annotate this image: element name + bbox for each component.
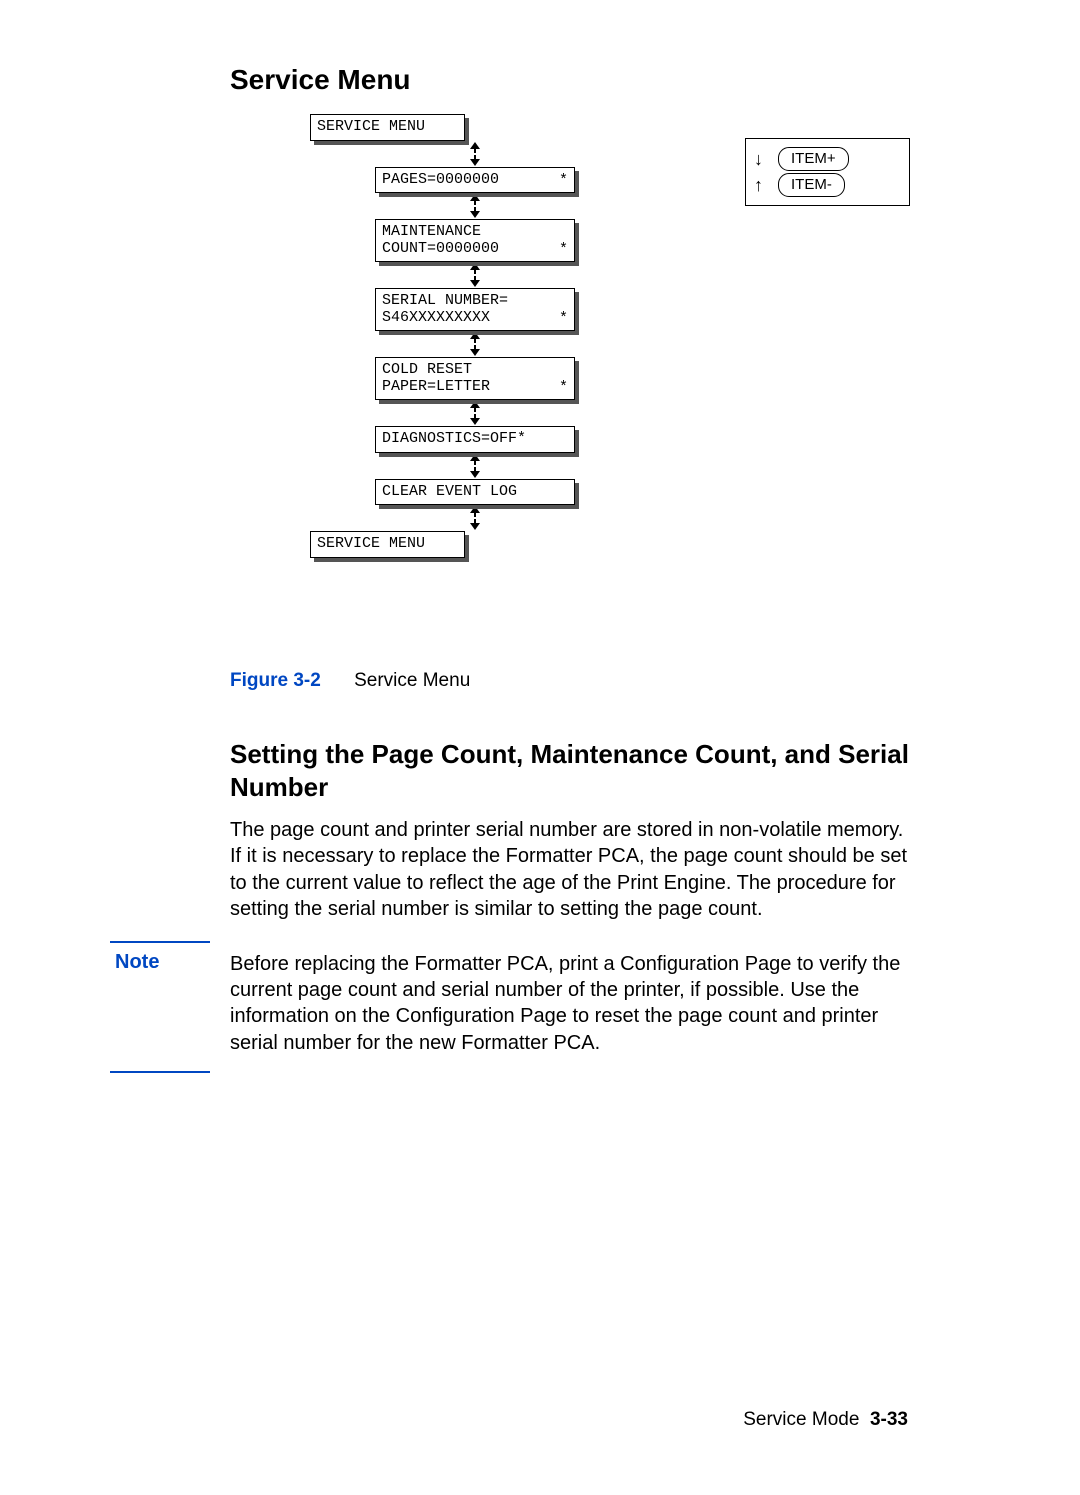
note-text: Before replacing the Formatter PCA, prin… [230,951,910,1057]
note-rule [110,941,210,943]
diagram-text: CLEAR EVENT LOG [382,484,568,501]
note-rule [110,1071,210,1073]
diagram-box-diagnostics: DIAGNOSTICS=OFF* [375,426,575,453]
arrow-up-down-icon [467,505,483,531]
figure-title: Service Menu [354,670,470,691]
diagram-text: S46XXXXXXXXX [382,310,568,327]
star-icon: * [559,173,568,190]
diagram-box-cleareventlog: CLEAR EVENT LOG [375,479,575,506]
diagram-connector [375,262,575,288]
diagram-connector [375,400,575,426]
star-icon: * [559,242,568,259]
diagram-connector [375,453,575,479]
paragraph-main: The page count and printer serial number… [230,817,910,923]
legend-box: ↓ ITEM+ ↑ ITEM- [745,138,910,206]
diagram-box-coldreset: COLD RESET PAPER=LETTER * [375,357,575,400]
diagram-connector [375,193,575,219]
footer-page-number: 3-33 [870,1409,908,1430]
diagram-text: DIAGNOSTICS=OFF* [382,431,568,448]
arrow-up-icon: ↑ [754,176,768,194]
diagram-text: MAINTENANCE [382,224,568,241]
diagram-text: COUNT=0000000 [382,241,568,258]
diagram-text: PAGES=0000000 [382,172,568,189]
diagram-text: PAPER=LETTER [382,379,568,396]
heading-setting: Setting the Page Count, Maintenance Coun… [230,738,910,803]
heading-service-menu: Service Menu [230,64,910,96]
note-block: Note Before replacing the Formatter PCA,… [230,951,910,1057]
diagram-connector [375,331,575,357]
star-icon: * [559,311,568,328]
diagram-connector [375,141,575,167]
diagram-box-bottom: SERVICE MENU [310,531,465,558]
service-menu-diagram: SERVICE MENU PAGES=0000000 * MAINTENANCE… [230,114,910,654]
figure-caption: Figure 3-2 Service Menu [230,670,910,692]
star-icon: * [559,380,568,397]
diagram-connector [375,505,575,531]
note-label: Note [115,951,159,974]
footer-section: Service Mode [743,1409,859,1430]
arrow-up-down-icon [467,453,483,479]
diagram-text: SERIAL NUMBER= [382,293,568,310]
legend-item-plus: ITEM+ [778,147,849,171]
legend-item-minus: ITEM- [778,173,845,197]
arrow-up-down-icon [467,141,483,167]
arrow-up-down-icon [467,262,483,288]
figure-number: Figure 3-2 [230,670,321,691]
diagram-box-maintenance: MAINTENANCE COUNT=0000000 * [375,219,575,262]
diagram-box-pages: PAGES=0000000 * [375,167,575,194]
diagram-text: COLD RESET [382,362,568,379]
arrow-up-down-icon [467,331,483,357]
arrow-down-icon: ↓ [754,150,768,168]
diagram-box-serial: SERIAL NUMBER= S46XXXXXXXXX * [375,288,575,331]
arrow-up-down-icon [467,400,483,426]
page-footer: Service Mode 3-33 [743,1409,908,1431]
arrow-up-down-icon [467,193,483,219]
diagram-box-top: SERVICE MENU [310,114,465,141]
